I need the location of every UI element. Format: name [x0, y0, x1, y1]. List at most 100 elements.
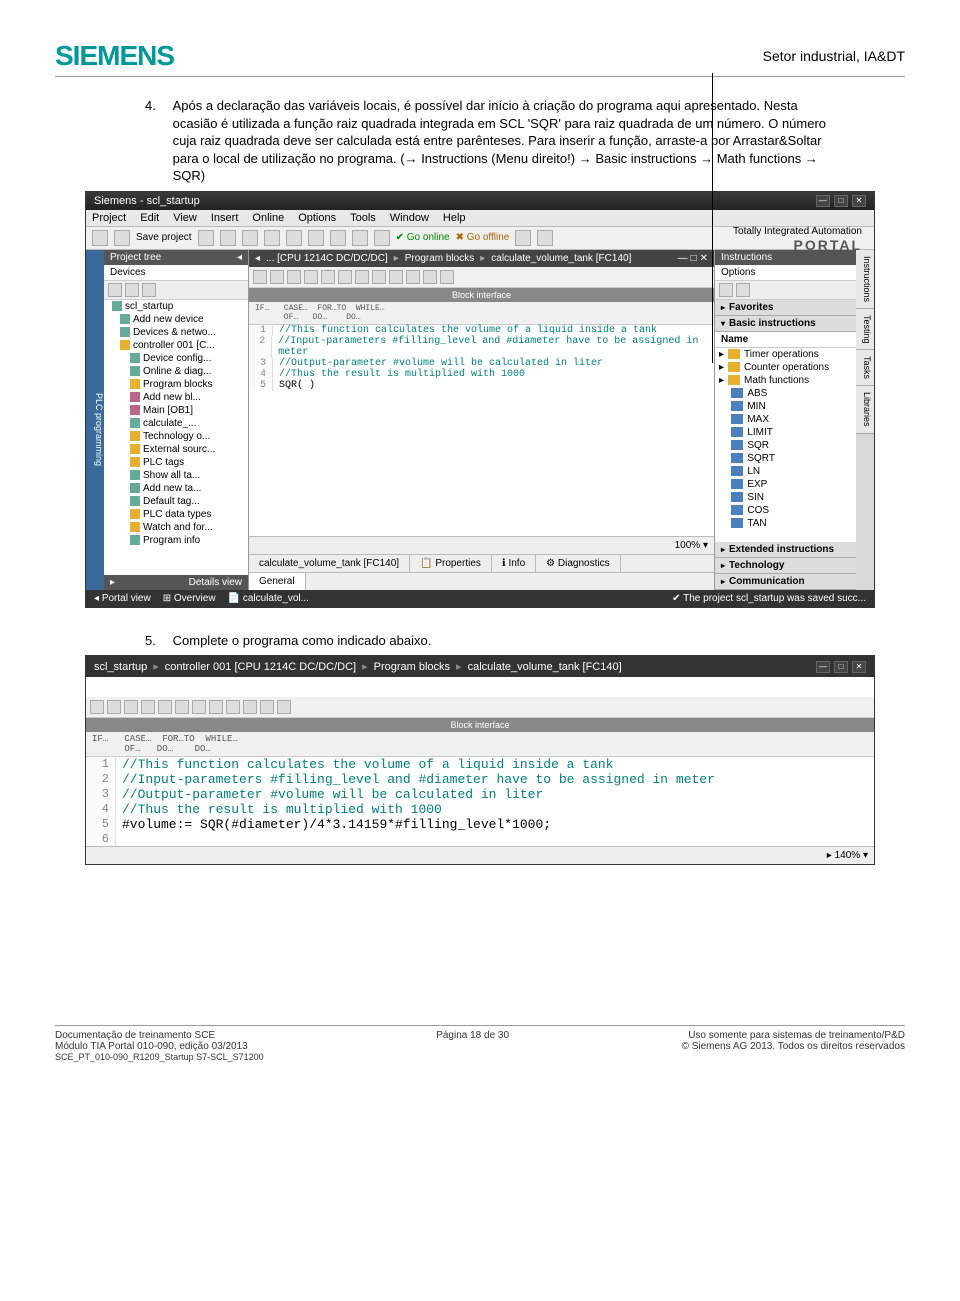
et2-icon[interactable]: [107, 700, 121, 714]
extended-instructions-header[interactable]: ▸Extended instructions: [715, 542, 856, 558]
go-online-button[interactable]: ✔ Go online: [396, 232, 450, 243]
block-interface-bar-2[interactable]: Block interface: [86, 718, 874, 732]
code-editor-2[interactable]: IF… CASE… FOR…TO WHILE… OF… DO… DO… 1//T…: [86, 732, 874, 846]
menu-view[interactable]: View: [173, 212, 197, 224]
et-icon[interactable]: [406, 270, 420, 284]
et2-icon[interactable]: [158, 700, 172, 714]
bc-max-icon[interactable]: □: [691, 253, 697, 264]
et2-icon[interactable]: [243, 700, 257, 714]
options-row[interactable]: Options: [715, 265, 856, 281]
bc-block[interactable]: calculate_volume_tank [FC140]: [491, 253, 631, 264]
download-icon[interactable]: [352, 230, 368, 246]
et2-icon[interactable]: [260, 700, 274, 714]
et-icon[interactable]: [270, 270, 284, 284]
et-icon[interactable]: [423, 270, 437, 284]
function-item[interactable]: ABS: [715, 387, 856, 400]
menu-edit[interactable]: Edit: [140, 212, 159, 224]
tree-item[interactable]: controller 001 [C...: [104, 339, 248, 352]
upload-icon[interactable]: [374, 230, 390, 246]
function-item[interactable]: SQR: [715, 439, 856, 452]
et-icon[interactable]: [304, 270, 318, 284]
communication-header[interactable]: ▸Communication: [715, 574, 856, 590]
technology-header[interactable]: ▸Technology: [715, 558, 856, 574]
et2-icon[interactable]: [175, 700, 189, 714]
et-icon[interactable]: [389, 270, 403, 284]
tree-tb-icon[interactable]: [108, 283, 122, 297]
tree-item[interactable]: Default tag...: [104, 495, 248, 508]
print-icon[interactable]: [198, 230, 214, 246]
et-icon[interactable]: [253, 270, 267, 284]
code-editor[interactable]: IF… CASE… FOR…TO WHILE… OF… DO… DO… 1//T…: [249, 302, 714, 536]
favorites-header[interactable]: ▸Favorites: [715, 300, 856, 316]
tree-item[interactable]: Program info: [104, 534, 248, 547]
go-offline-button[interactable]: ✖ Go offline: [456, 232, 510, 243]
tree-item[interactable]: Main [OB1]: [104, 404, 248, 417]
function-item[interactable]: MAX: [715, 413, 856, 426]
tree-item[interactable]: Device config...: [104, 352, 248, 365]
open-editor-tab[interactable]: 📄 calculate_vol...: [228, 593, 309, 604]
et-icon[interactable]: [372, 270, 386, 284]
project-tree-list[interactable]: scl_startupAdd new deviceDevices & netwo…: [104, 300, 248, 575]
bc-min-icon[interactable]: —: [678, 253, 688, 264]
tree-item[interactable]: Add new bl...: [104, 391, 248, 404]
et2-icon[interactable]: [226, 700, 240, 714]
minimize-icon[interactable]: —: [816, 195, 830, 207]
code-templates-row-2[interactable]: IF… CASE… FOR…TO WHILE… OF… DO… DO…: [86, 732, 874, 757]
sidetab-testing[interactable]: Testing: [856, 309, 874, 351]
overview-button[interactable]: ⊞ Overview: [163, 593, 216, 604]
tree-item[interactable]: Show all ta...: [104, 469, 248, 482]
tree-item[interactable]: Program blocks: [104, 378, 248, 391]
et2-icon[interactable]: [209, 700, 223, 714]
portal-view-button[interactable]: ◂ Portal view: [94, 593, 151, 604]
max-icon[interactable]: □: [834, 661, 848, 673]
menu-tools[interactable]: Tools: [350, 212, 376, 224]
new-icon[interactable]: [92, 230, 108, 246]
maximize-icon[interactable]: □: [834, 195, 848, 207]
menu-online[interactable]: Online: [252, 212, 284, 224]
menu-window[interactable]: Window: [390, 212, 429, 224]
code-templates-row[interactable]: IF… CASE… FOR…TO WHILE… OF… DO… DO…: [249, 302, 714, 325]
function-item[interactable]: TAN: [715, 517, 856, 530]
sidetab-tasks[interactable]: Tasks: [856, 350, 874, 386]
function-item[interactable]: SQRT: [715, 452, 856, 465]
et-icon[interactable]: [321, 270, 335, 284]
et-icon[interactable]: [287, 270, 301, 284]
tree-item[interactable]: Add new ta...: [104, 482, 248, 495]
menu-project[interactable]: Project: [92, 212, 126, 224]
zoom-value-2[interactable]: 140%: [835, 850, 861, 861]
paste-icon[interactable]: [264, 230, 280, 246]
et2-icon[interactable]: [90, 700, 104, 714]
tree-item[interactable]: External sourc...: [104, 443, 248, 456]
tree-item[interactable]: Online & diag...: [104, 365, 248, 378]
sidetab-libraries[interactable]: Libraries: [856, 386, 874, 434]
function-item[interactable]: ▸ Timer operations: [715, 348, 856, 361]
menu-options[interactable]: Options: [298, 212, 336, 224]
open-icon[interactable]: [114, 230, 130, 246]
et2-icon[interactable]: [192, 700, 206, 714]
block-interface-bar[interactable]: Block interface: [249, 288, 714, 302]
bc2-ctrl[interactable]: controller 001 [CPU 1214C DC/DC/DC]: [165, 661, 356, 673]
et-icon[interactable]: [355, 270, 369, 284]
min-icon[interactable]: —: [816, 661, 830, 673]
et-icon[interactable]: [338, 270, 352, 284]
function-item[interactable]: ▸ Math functions: [715, 374, 856, 387]
delete-icon[interactable]: [286, 230, 302, 246]
tab-properties[interactable]: 📋 Properties: [410, 555, 492, 572]
bc2-blocks[interactable]: Program blocks: [374, 661, 450, 673]
bc-close-icon[interactable]: ✕: [700, 253, 708, 264]
close-icon[interactable]: ✕: [852, 195, 866, 207]
et2-icon[interactable]: [277, 700, 291, 714]
tree-item[interactable]: Add new device: [104, 313, 248, 326]
zoom-value[interactable]: 100%: [675, 540, 701, 551]
tree-item[interactable]: Technology o...: [104, 430, 248, 443]
tree-tb-icon[interactable]: [125, 283, 139, 297]
function-item[interactable]: LIMIT: [715, 426, 856, 439]
et2-icon[interactable]: [141, 700, 155, 714]
tree-item[interactable]: PLC tags: [104, 456, 248, 469]
close-icon[interactable]: ✕: [852, 661, 866, 673]
bc-cpu[interactable]: ... [CPU 1214C DC/DC/DC]: [266, 253, 388, 264]
function-item[interactable]: ▸ Counter operations: [715, 361, 856, 374]
menu-help[interactable]: Help: [443, 212, 466, 224]
menu-insert[interactable]: Insert: [211, 212, 239, 224]
bc2-proj[interactable]: scl_startup: [94, 661, 147, 673]
